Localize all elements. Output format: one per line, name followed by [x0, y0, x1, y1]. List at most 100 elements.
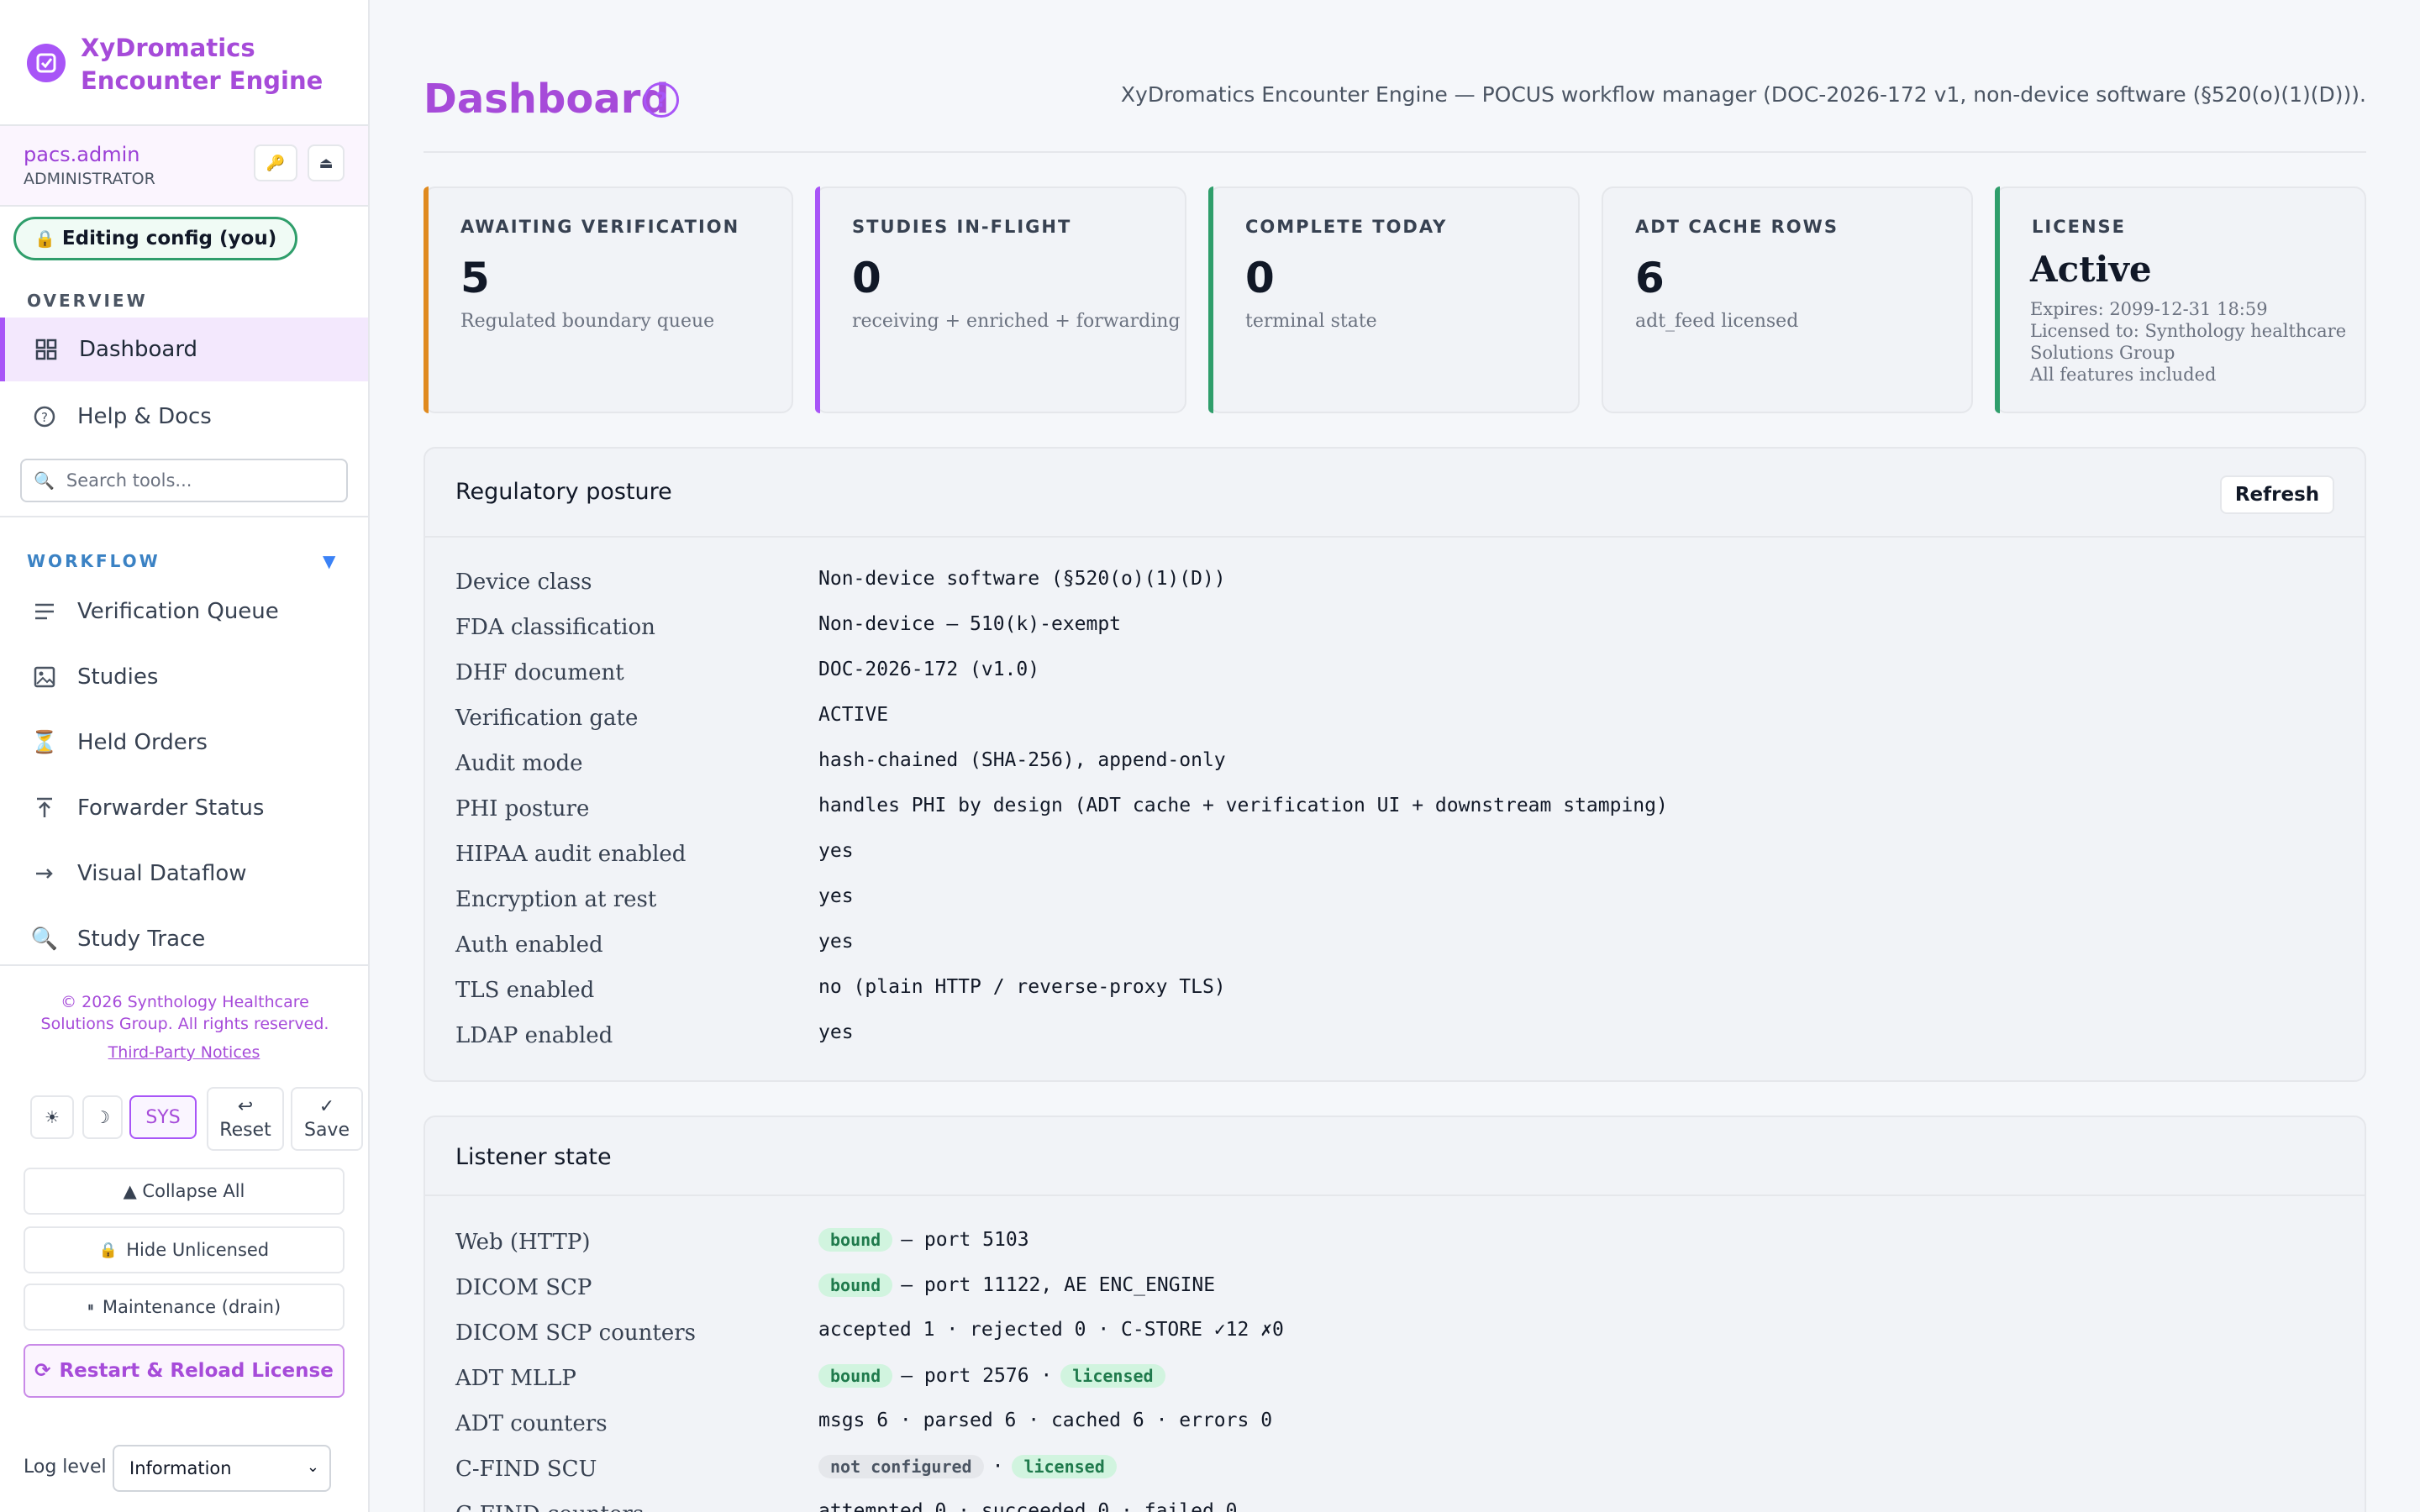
brand-header: XyDromatics Encounter Engine [0, 0, 368, 126]
stat-card-complete-today[interactable]: COMPLETE TODAY 0 terminal state [1208, 186, 1580, 413]
sidebar-item-help-docs[interactable]: ? Help & Docs [0, 385, 368, 449]
kv-row: TLS enabled no (plain HTTP / reverse-prox… [455, 968, 2329, 1013]
tool-search[interactable]: 🔍 [20, 459, 348, 502]
kv-row: PHI posture handles PHI by design (ADT ca… [455, 786, 2329, 832]
kv-value: Non-device — 510(k)-exempt [818, 613, 1122, 635]
sidebar-item-label: Forwarder Status [77, 795, 265, 821]
kv-key: Audit mode [455, 751, 583, 776]
page-title: Dashboard [424, 76, 670, 123]
kv-row: ADT MLLP bound — port 2576 · licensed [455, 1356, 2329, 1401]
kv-value: no (plain HTTP / reverse-proxy TLS) [818, 976, 1226, 998]
kv-row: HIPAA audit enabled yes [455, 832, 2329, 877]
sidebar-item-dashboard[interactable]: Dashboard [0, 318, 368, 381]
restart-reload-license-button[interactable]: ⟳ Restart & Reload License [24, 1344, 345, 1398]
hourglass-icon: ⏳ [30, 730, 59, 755]
sidebar-item-label: Dashboard [79, 337, 198, 362]
stat-card-adt-cache-rows[interactable]: ADT CACHE ROWS 6 adt_feed licensed [1602, 186, 1973, 413]
sidebar-item-study-trace[interactable]: 🔍 Study Trace [0, 907, 368, 971]
card-value: 0 [852, 254, 881, 302]
kv-text: attempted 0 · succeeded 0 · failed 0 [818, 1500, 1238, 1512]
card-label: STUDIES IN-FLIGHT [852, 217, 1072, 237]
user-name: pacs.admin [24, 143, 140, 166]
kv-key: ADT counters [455, 1411, 608, 1436]
sidebar-item-forwarder-status[interactable]: Forwarder Status [0, 776, 368, 840]
log-level-label: Log level [24, 1457, 107, 1478]
kv-value: bound — port 11122, AE ENC_ENGINE [818, 1273, 1215, 1297]
change-password-button[interactable]: 🔑 [254, 144, 297, 181]
card-accent [424, 186, 429, 413]
panel-header: Regulatory posture Refresh [425, 449, 2365, 538]
kv-value: msgs 6 · parsed 6 · cached 6 · errors 0 [818, 1410, 1272, 1431]
hide-unlicensed-button[interactable]: 🔒 Hide Unlicensed [24, 1226, 345, 1273]
sidebar-item-visual-dataflow[interactable]: Visual Dataflow [0, 842, 368, 906]
list-lines-icon [30, 602, 59, 621]
sidebar-item-label: Held Orders [77, 730, 208, 755]
card-accent [1995, 186, 2000, 413]
card-note: adt_feed licensed [1635, 311, 1799, 332]
sidebar-item-label: Studies [77, 664, 159, 690]
reset-button[interactable]: ↩ Reset [207, 1087, 284, 1151]
collapse-all-button[interactable]: ▲ Collapse All [24, 1168, 345, 1215]
third-party-notices-link[interactable]: Third-Party Notices [0, 1043, 368, 1062]
card-label: AWAITING VERIFICATION [460, 217, 740, 237]
grid-icon [32, 339, 60, 360]
lock-icon: 🔒 [98, 1241, 118, 1259]
check-icon: ✓ [318, 1095, 335, 1117]
search-icon: 🔍 [34, 470, 55, 491]
save-button[interactable]: ✓ Save [291, 1087, 363, 1151]
chevron-down-icon: ⌄ [306, 1458, 319, 1476]
save-label: Save [303, 1119, 350, 1141]
kv-value: yes [818, 885, 854, 907]
theme-dark-button[interactable]: ☽ [82, 1095, 123, 1139]
maintenance-drain-button[interactable]: ⏸ Maintenance (drain) [24, 1284, 345, 1331]
editing-config-pill[interactable]: 🔒 Editing config (you) [13, 217, 298, 260]
user-role: ADMINISTRATOR [24, 170, 155, 188]
stat-card-studies-in-flight[interactable]: STUDIES IN-FLIGHT 0 receiving + enriched… [815, 186, 1186, 413]
status-badge: not configured [818, 1455, 984, 1478]
image-icon [30, 666, 59, 688]
kv-value: not configured · licensed [818, 1455, 1117, 1478]
hide-unlicensed-label: Hide Unlicensed [126, 1240, 270, 1260]
kv-key: TLS enabled [455, 978, 595, 1003]
theme-system-button[interactable]: SYS [129, 1095, 197, 1139]
svg-text:?: ? [41, 410, 48, 425]
kv-key: Device class [455, 570, 592, 595]
license-expires: Expires: 2099-12-31 18:59 [2030, 299, 2268, 319]
divider [0, 964, 368, 966]
panel-header: Listener state [425, 1117, 2365, 1196]
stat-card-awaiting-verification[interactable]: AWAITING VERIFICATION 5 Regulated bounda… [424, 186, 793, 413]
sidebar-item-label: Study Trace [77, 927, 206, 952]
kv-text: accepted 1 · rejected 0 · C-STORE ✓12 ✗0 [818, 1319, 1284, 1341]
help-icon[interactable]: ? [644, 82, 679, 118]
kv-key: FDA classification [455, 615, 655, 640]
search-input[interactable] [66, 470, 344, 491]
log-level-select[interactable]: Information ⌄ [113, 1445, 331, 1492]
status-badge: bound [818, 1364, 893, 1388]
sidebar-item-verification-queue[interactable]: Verification Queue [0, 580, 368, 643]
kv-text: — port 11122, AE ENC_ENGINE [901, 1274, 1216, 1296]
reset-label: Reset [219, 1119, 271, 1141]
kv-text: — port 5103 [901, 1229, 1029, 1251]
kv-row: C-FIND SCU not configured · licensed [455, 1446, 2329, 1492]
kv-value: DOC-2026-172 (v1.0) [818, 659, 1040, 680]
refresh-button[interactable]: Refresh [2220, 475, 2334, 514]
kv-row: DHF document DOC-2026-172 (v1.0) [455, 650, 2329, 696]
card-value: 6 [1635, 254, 1665, 302]
kv-row: Verification gate ACTIVE [455, 696, 2329, 741]
workflow-section-label[interactable]: WORKFLOW [27, 551, 160, 571]
theme-light-button[interactable]: ☀ [30, 1095, 74, 1139]
sidebar-item-studies[interactable]: Studies [0, 645, 368, 709]
kv-value: Non-device software (§520(o)(1)(D)) [818, 568, 1226, 590]
kv-key: Auth enabled [455, 932, 603, 958]
kv-value: hash-chained (SHA-256), append-only [818, 749, 1226, 771]
app-name: XyDromatics Encounter Engine [81, 34, 324, 95]
chevron-down-icon[interactable]: ▼ [323, 551, 335, 571]
license-card[interactable]: LICENSE Active Expires: 2099-12-31 18:59… [1995, 186, 2366, 413]
card-value: 5 [460, 254, 490, 302]
panel-title: Listener state [455, 1144, 612, 1170]
kv-key: Verification gate [455, 706, 639, 731]
kv-key: DHF document [455, 660, 624, 685]
kv-value: bound — port 5103 [818, 1228, 1029, 1252]
logout-button[interactable]: ⏏ [308, 144, 345, 181]
sidebar-item-held-orders[interactable]: ⏳ Held Orders [0, 711, 368, 774]
